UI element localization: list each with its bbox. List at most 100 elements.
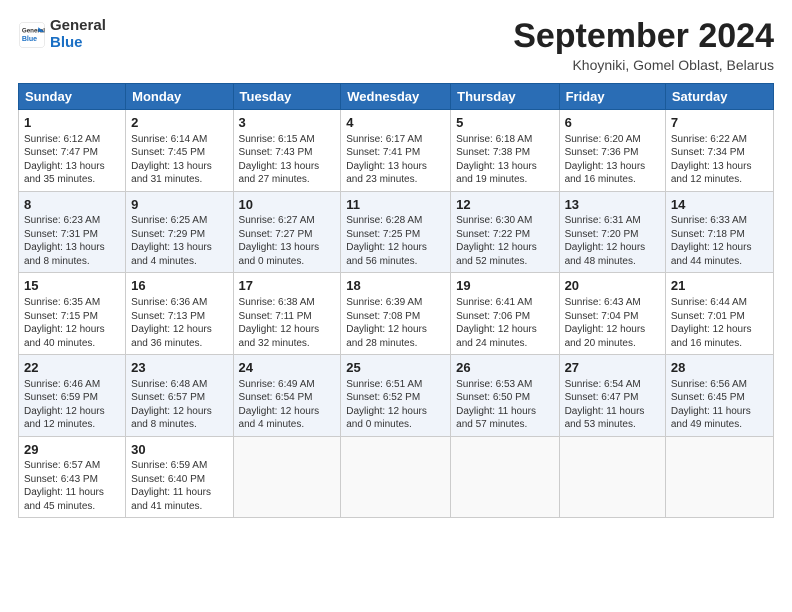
calendar-cell: 15Sunrise: 6:35 AM Sunset: 7:15 PM Dayli… bbox=[19, 273, 126, 355]
day-number: 10 bbox=[239, 196, 336, 214]
page-header: General Blue General Blue September 2024… bbox=[18, 18, 774, 73]
calendar-cell: 5Sunrise: 6:18 AM Sunset: 7:38 PM Daylig… bbox=[451, 110, 559, 192]
day-number: 8 bbox=[24, 196, 120, 214]
day-number: 28 bbox=[671, 359, 768, 377]
day-number: 20 bbox=[565, 277, 660, 295]
calendar-cell bbox=[559, 436, 665, 518]
day-number: 29 bbox=[24, 441, 120, 459]
day-info: Sunrise: 6:12 AM Sunset: 7:47 PM Dayligh… bbox=[24, 133, 120, 187]
day-info: Sunrise: 6:27 AM Sunset: 7:27 PM Dayligh… bbox=[239, 214, 336, 268]
day-info: Sunrise: 6:36 AM Sunset: 7:13 PM Dayligh… bbox=[131, 296, 227, 350]
day-info: Sunrise: 6:31 AM Sunset: 7:20 PM Dayligh… bbox=[565, 214, 660, 268]
calendar-cell: 17Sunrise: 6:38 AM Sunset: 7:11 PM Dayli… bbox=[233, 273, 341, 355]
day-number: 3 bbox=[239, 114, 336, 132]
day-info: Sunrise: 6:59 AM Sunset: 6:40 PM Dayligh… bbox=[131, 459, 227, 513]
calendar-cell bbox=[341, 436, 451, 518]
calendar-cell: 20Sunrise: 6:43 AM Sunset: 7:04 PM Dayli… bbox=[559, 273, 665, 355]
day-info: Sunrise: 6:14 AM Sunset: 7:45 PM Dayligh… bbox=[131, 133, 227, 187]
logo-text: General Blue bbox=[50, 18, 106, 51]
svg-text:Blue: Blue bbox=[22, 36, 37, 43]
calendar-cell: 1Sunrise: 6:12 AM Sunset: 7:47 PM Daylig… bbox=[19, 110, 126, 192]
calendar-day-header: Thursday bbox=[451, 84, 559, 110]
day-number: 21 bbox=[671, 277, 768, 295]
day-info: Sunrise: 6:25 AM Sunset: 7:29 PM Dayligh… bbox=[131, 214, 227, 268]
day-number: 30 bbox=[131, 441, 227, 459]
calendar-week-row: 8Sunrise: 6:23 AM Sunset: 7:31 PM Daylig… bbox=[19, 191, 774, 273]
calendar-cell: 28Sunrise: 6:56 AM Sunset: 6:45 PM Dayli… bbox=[665, 355, 773, 437]
calendar-week-row: 1Sunrise: 6:12 AM Sunset: 7:47 PM Daylig… bbox=[19, 110, 774, 192]
day-info: Sunrise: 6:57 AM Sunset: 6:43 PM Dayligh… bbox=[24, 459, 120, 513]
location: Khoyniki, Gomel Oblast, Belarus bbox=[513, 57, 774, 73]
day-number: 12 bbox=[456, 196, 553, 214]
calendar-cell: 25Sunrise: 6:51 AM Sunset: 6:52 PM Dayli… bbox=[341, 355, 451, 437]
day-info: Sunrise: 6:38 AM Sunset: 7:11 PM Dayligh… bbox=[239, 296, 336, 350]
calendar-day-header: Wednesday bbox=[341, 84, 451, 110]
calendar-cell: 26Sunrise: 6:53 AM Sunset: 6:50 PM Dayli… bbox=[451, 355, 559, 437]
calendar-cell: 6Sunrise: 6:20 AM Sunset: 7:36 PM Daylig… bbox=[559, 110, 665, 192]
calendar-day-header: Tuesday bbox=[233, 84, 341, 110]
day-info: Sunrise: 6:48 AM Sunset: 6:57 PM Dayligh… bbox=[131, 378, 227, 432]
logo-icon: General Blue bbox=[18, 21, 46, 49]
day-info: Sunrise: 6:22 AM Sunset: 7:34 PM Dayligh… bbox=[671, 133, 768, 187]
day-info: Sunrise: 6:35 AM Sunset: 7:15 PM Dayligh… bbox=[24, 296, 120, 350]
calendar-cell: 13Sunrise: 6:31 AM Sunset: 7:20 PM Dayli… bbox=[559, 191, 665, 273]
calendar-cell: 16Sunrise: 6:36 AM Sunset: 7:13 PM Dayli… bbox=[126, 273, 233, 355]
calendar-cell bbox=[233, 436, 341, 518]
day-info: Sunrise: 6:53 AM Sunset: 6:50 PM Dayligh… bbox=[456, 378, 553, 432]
day-number: 7 bbox=[671, 114, 768, 132]
day-number: 2 bbox=[131, 114, 227, 132]
calendar-cell: 18Sunrise: 6:39 AM Sunset: 7:08 PM Dayli… bbox=[341, 273, 451, 355]
day-number: 15 bbox=[24, 277, 120, 295]
day-number: 14 bbox=[671, 196, 768, 214]
calendar-cell: 7Sunrise: 6:22 AM Sunset: 7:34 PM Daylig… bbox=[665, 110, 773, 192]
calendar-week-row: 15Sunrise: 6:35 AM Sunset: 7:15 PM Dayli… bbox=[19, 273, 774, 355]
day-number: 16 bbox=[131, 277, 227, 295]
day-info: Sunrise: 6:33 AM Sunset: 7:18 PM Dayligh… bbox=[671, 214, 768, 268]
calendar-cell: 19Sunrise: 6:41 AM Sunset: 7:06 PM Dayli… bbox=[451, 273, 559, 355]
day-info: Sunrise: 6:15 AM Sunset: 7:43 PM Dayligh… bbox=[239, 133, 336, 187]
calendar-cell: 8Sunrise: 6:23 AM Sunset: 7:31 PM Daylig… bbox=[19, 191, 126, 273]
calendar-day-header: Sunday bbox=[19, 84, 126, 110]
calendar-day-header: Saturday bbox=[665, 84, 773, 110]
day-number: 27 bbox=[565, 359, 660, 377]
calendar-cell: 27Sunrise: 6:54 AM Sunset: 6:47 PM Dayli… bbox=[559, 355, 665, 437]
calendar-cell: 2Sunrise: 6:14 AM Sunset: 7:45 PM Daylig… bbox=[126, 110, 233, 192]
day-number: 23 bbox=[131, 359, 227, 377]
day-info: Sunrise: 6:49 AM Sunset: 6:54 PM Dayligh… bbox=[239, 378, 336, 432]
calendar-cell bbox=[451, 436, 559, 518]
calendar-cell: 23Sunrise: 6:48 AM Sunset: 6:57 PM Dayli… bbox=[126, 355, 233, 437]
day-info: Sunrise: 6:17 AM Sunset: 7:41 PM Dayligh… bbox=[346, 133, 445, 187]
day-number: 24 bbox=[239, 359, 336, 377]
calendar-cell: 4Sunrise: 6:17 AM Sunset: 7:41 PM Daylig… bbox=[341, 110, 451, 192]
day-number: 1 bbox=[24, 114, 120, 132]
title-block: September 2024 Khoyniki, Gomel Oblast, B… bbox=[513, 18, 774, 73]
calendar-cell: 22Sunrise: 6:46 AM Sunset: 6:59 PM Dayli… bbox=[19, 355, 126, 437]
logo: General Blue General Blue bbox=[18, 18, 106, 51]
day-info: Sunrise: 6:20 AM Sunset: 7:36 PM Dayligh… bbox=[565, 133, 660, 187]
calendar-week-row: 22Sunrise: 6:46 AM Sunset: 6:59 PM Dayli… bbox=[19, 355, 774, 437]
day-info: Sunrise: 6:43 AM Sunset: 7:04 PM Dayligh… bbox=[565, 296, 660, 350]
calendar-table: SundayMondayTuesdayWednesdayThursdayFrid… bbox=[18, 83, 774, 518]
calendar-header-row: SundayMondayTuesdayWednesdayThursdayFrid… bbox=[19, 84, 774, 110]
day-number: 22 bbox=[24, 359, 120, 377]
day-number: 26 bbox=[456, 359, 553, 377]
day-number: 13 bbox=[565, 196, 660, 214]
calendar-week-row: 29Sunrise: 6:57 AM Sunset: 6:43 PM Dayli… bbox=[19, 436, 774, 518]
calendar-cell: 3Sunrise: 6:15 AM Sunset: 7:43 PM Daylig… bbox=[233, 110, 341, 192]
day-number: 25 bbox=[346, 359, 445, 377]
calendar-cell: 29Sunrise: 6:57 AM Sunset: 6:43 PM Dayli… bbox=[19, 436, 126, 518]
day-info: Sunrise: 6:41 AM Sunset: 7:06 PM Dayligh… bbox=[456, 296, 553, 350]
calendar-cell: 14Sunrise: 6:33 AM Sunset: 7:18 PM Dayli… bbox=[665, 191, 773, 273]
day-info: Sunrise: 6:28 AM Sunset: 7:25 PM Dayligh… bbox=[346, 214, 445, 268]
day-number: 18 bbox=[346, 277, 445, 295]
calendar-cell: 30Sunrise: 6:59 AM Sunset: 6:40 PM Dayli… bbox=[126, 436, 233, 518]
calendar-day-header: Monday bbox=[126, 84, 233, 110]
calendar-cell bbox=[665, 436, 773, 518]
day-info: Sunrise: 6:23 AM Sunset: 7:31 PM Dayligh… bbox=[24, 214, 120, 268]
month-title: September 2024 bbox=[513, 18, 774, 55]
day-number: 11 bbox=[346, 196, 445, 214]
day-info: Sunrise: 6:56 AM Sunset: 6:45 PM Dayligh… bbox=[671, 378, 768, 432]
day-number: 6 bbox=[565, 114, 660, 132]
day-info: Sunrise: 6:18 AM Sunset: 7:38 PM Dayligh… bbox=[456, 133, 553, 187]
day-info: Sunrise: 6:54 AM Sunset: 6:47 PM Dayligh… bbox=[565, 378, 660, 432]
